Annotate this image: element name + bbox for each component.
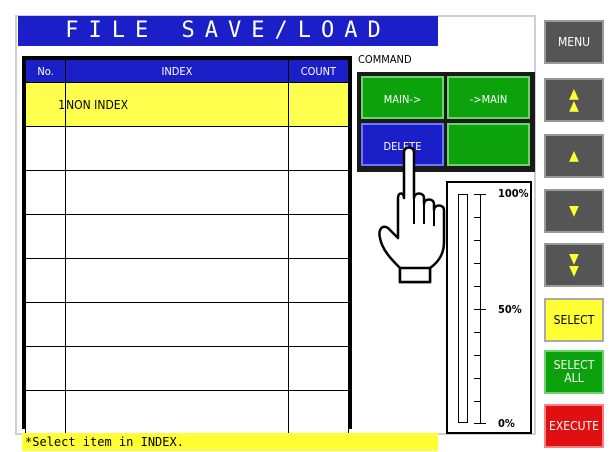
up-button[interactable]: ▲ bbox=[544, 134, 604, 178]
up-arrow-icon: ▲ bbox=[569, 148, 579, 164]
execute-label: EXECUTE bbox=[549, 419, 599, 433]
select-all-button[interactable]: SELECT ALL bbox=[544, 350, 604, 394]
row-count bbox=[287, 82, 350, 127]
to-main-button[interactable]: ->MAIN bbox=[447, 76, 530, 119]
page-title: FILE SAVE/LOAD bbox=[18, 16, 438, 46]
select-button[interactable]: SELECT bbox=[544, 298, 604, 342]
row-no bbox=[24, 346, 67, 391]
gauge-tick bbox=[474, 378, 480, 379]
select-all-label-2: ALL bbox=[564, 371, 584, 385]
col-index: INDEX bbox=[65, 59, 289, 83]
select-label: SELECT bbox=[553, 313, 595, 327]
row-index: NON INDEX bbox=[65, 82, 289, 127]
down-button[interactable]: ▼ bbox=[544, 189, 604, 233]
row-count bbox=[287, 390, 350, 435]
row-index bbox=[65, 214, 289, 259]
row-no bbox=[24, 126, 67, 171]
row-index bbox=[65, 258, 289, 303]
row-index bbox=[65, 170, 289, 215]
table-row[interactable]: 1 NON INDEX bbox=[24, 82, 350, 127]
row-no bbox=[24, 170, 67, 215]
gauge-tick bbox=[474, 332, 480, 333]
down-arrow-icon: ▼ bbox=[569, 203, 579, 219]
gauge-label-50: 50% bbox=[498, 303, 522, 316]
gauge-tick bbox=[474, 309, 486, 310]
execute-button[interactable]: EXECUTE bbox=[544, 404, 604, 448]
gauge-tick bbox=[474, 194, 486, 195]
row-count bbox=[287, 258, 350, 303]
row-no bbox=[24, 390, 67, 435]
page-up-button[interactable]: ▲ ▲ bbox=[544, 78, 604, 122]
table-row[interactable] bbox=[24, 170, 350, 215]
progress-gauge: 100% 50% 0% bbox=[446, 181, 532, 434]
table-row[interactable] bbox=[24, 214, 350, 259]
row-no: 1 bbox=[24, 82, 67, 127]
main-to-button[interactable]: MAIN-> bbox=[361, 76, 444, 119]
gauge-label-100: 100% bbox=[498, 187, 529, 200]
empty-command-button[interactable] bbox=[447, 123, 530, 166]
row-count bbox=[287, 126, 350, 171]
table-row[interactable] bbox=[24, 126, 350, 171]
gauge-tick bbox=[474, 355, 480, 356]
gauge-tick bbox=[474, 217, 480, 218]
gauge-tick bbox=[474, 240, 480, 241]
index-table: No. INDEX COUNT 1 NON INDEX bbox=[22, 56, 352, 435]
row-index bbox=[65, 302, 289, 347]
menu-label: MENU bbox=[557, 35, 591, 49]
row-index bbox=[65, 390, 289, 435]
command-label: COMMAND bbox=[358, 53, 412, 66]
row-index bbox=[65, 126, 289, 171]
row-no bbox=[24, 214, 67, 259]
gauge-label-0: 0% bbox=[498, 417, 515, 430]
row-count bbox=[287, 346, 350, 391]
row-count bbox=[287, 214, 350, 259]
row-no bbox=[24, 258, 67, 303]
gauge-track bbox=[458, 194, 468, 423]
col-no: No. bbox=[24, 59, 67, 83]
double-up-arrow-icon: ▲ ▲ bbox=[569, 86, 579, 114]
row-no bbox=[24, 302, 67, 347]
menu-button[interactable]: MENU bbox=[544, 20, 604, 64]
gauge-tick bbox=[474, 286, 480, 287]
page-down-button[interactable]: ▼ ▼ bbox=[544, 243, 604, 287]
table-row[interactable] bbox=[24, 346, 350, 391]
pointing-hand-icon bbox=[378, 146, 446, 284]
file-list: No. INDEX COUNT 1 NON INDEX bbox=[24, 59, 350, 435]
table-row[interactable] bbox=[24, 302, 350, 347]
col-count: COUNT bbox=[287, 59, 350, 83]
status-bar: *Select item in INDEX. bbox=[22, 433, 438, 451]
row-count bbox=[287, 170, 350, 215]
gauge-tick bbox=[474, 423, 486, 424]
row-count bbox=[287, 302, 350, 347]
table-row[interactable] bbox=[24, 390, 350, 435]
gauge-tick bbox=[474, 401, 480, 402]
table-row[interactable] bbox=[24, 258, 350, 303]
gauge-tick bbox=[474, 263, 480, 264]
row-index bbox=[65, 346, 289, 391]
double-down-arrow-icon: ▼ ▼ bbox=[569, 251, 579, 279]
